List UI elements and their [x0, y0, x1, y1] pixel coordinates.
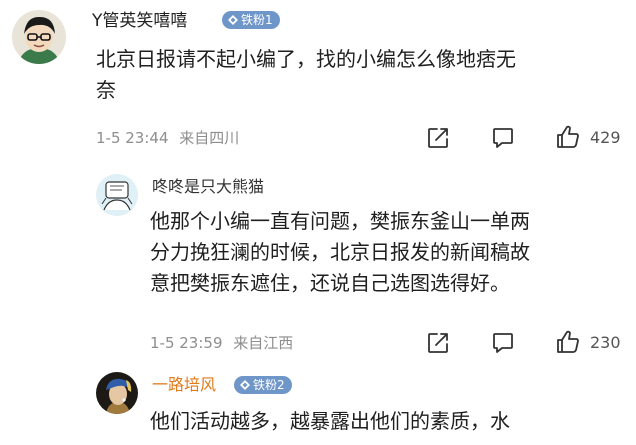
thumbs-up-icon — [557, 330, 579, 353]
comment-meta: 1-5 23:44 来自四川 — [96, 129, 245, 147]
comment-line: 北京日报请不起小编了，找的小编怎么像地痞无 — [96, 47, 516, 71]
comment-line: 分力挽狂澜的时候，北京日报发的新闻稿故 — [150, 240, 530, 264]
username[interactable]: 咚咚是只大熊猫 — [152, 177, 264, 197]
badge-label: 铁粉1 — [241, 13, 273, 27]
fan-badge[interactable]: 铁粉2 — [234, 376, 292, 394]
location: 来自江西 — [233, 334, 294, 352]
comment-line: 意把樊振东遮住，还说自己选图选得好。 — [150, 271, 510, 295]
comment-1: Y管英笑嘻嘻 铁粉1 北京日报请不起小编了，找的小编怎么像地痞无 奈 1-5 2… — [0, 0, 636, 150]
timestamp: 1-5 23:44 — [96, 129, 169, 147]
timestamp: 1-5 23:59 — [150, 334, 223, 352]
like-button[interactable]: 230 — [554, 328, 621, 356]
comment-meta: 1-5 23:59 来自江西 — [150, 334, 299, 352]
like-count: 429 — [590, 127, 621, 147]
share-icon[interactable] — [425, 125, 451, 151]
sketch-avatar-icon[interactable] — [96, 174, 138, 216]
comment-text: 北京日报请不起小编了，找的小编怎么像地痞无 奈 — [96, 44, 516, 106]
badge-label: 铁粉2 — [253, 378, 285, 392]
comment-text: 他们活动越多，越暴露出他们的素质，水 — [150, 406, 510, 437]
comment-2: 咚咚是只大熊猫 他那个小编一直有问题，樊振东釜山一单两 分力挽狂澜的时候，北京日… — [0, 150, 636, 360]
like-button[interactable]: 429 — [554, 123, 621, 151]
like-count: 230 — [590, 332, 621, 352]
comment-text: 他那个小编一直有问题，樊振东釜山一单两 分力挽狂澜的时候，北京日报发的新闻稿故 … — [150, 206, 530, 299]
reply-icon[interactable] — [490, 330, 516, 356]
pearl-earring-avatar-icon[interactable] — [96, 372, 138, 414]
username[interactable]: Y管英笑嘻嘻 — [92, 11, 187, 31]
location: 来自四川 — [179, 129, 240, 147]
comment-line: 奈 — [96, 78, 116, 102]
diamond-icon — [228, 15, 238, 25]
share-icon[interactable] — [425, 330, 451, 356]
comment-line: 他们活动越多，越暴露出他们的素质，水 — [150, 409, 510, 433]
comment-3: 一路培风 铁粉2 他们活动越多，越暴露出他们的素质，水 — [0, 360, 636, 445]
cartoon-boy-avatar-icon[interactable] — [12, 10, 66, 64]
diamond-icon — [240, 380, 250, 390]
reply-icon[interactable] — [490, 125, 516, 151]
username[interactable]: 一路培风 — [152, 375, 216, 395]
thumbs-up-icon — [557, 125, 579, 148]
fan-badge[interactable]: 铁粉1 — [222, 11, 280, 29]
comment-line: 他那个小编一直有问题，樊振东釜山一单两 — [150, 209, 530, 233]
